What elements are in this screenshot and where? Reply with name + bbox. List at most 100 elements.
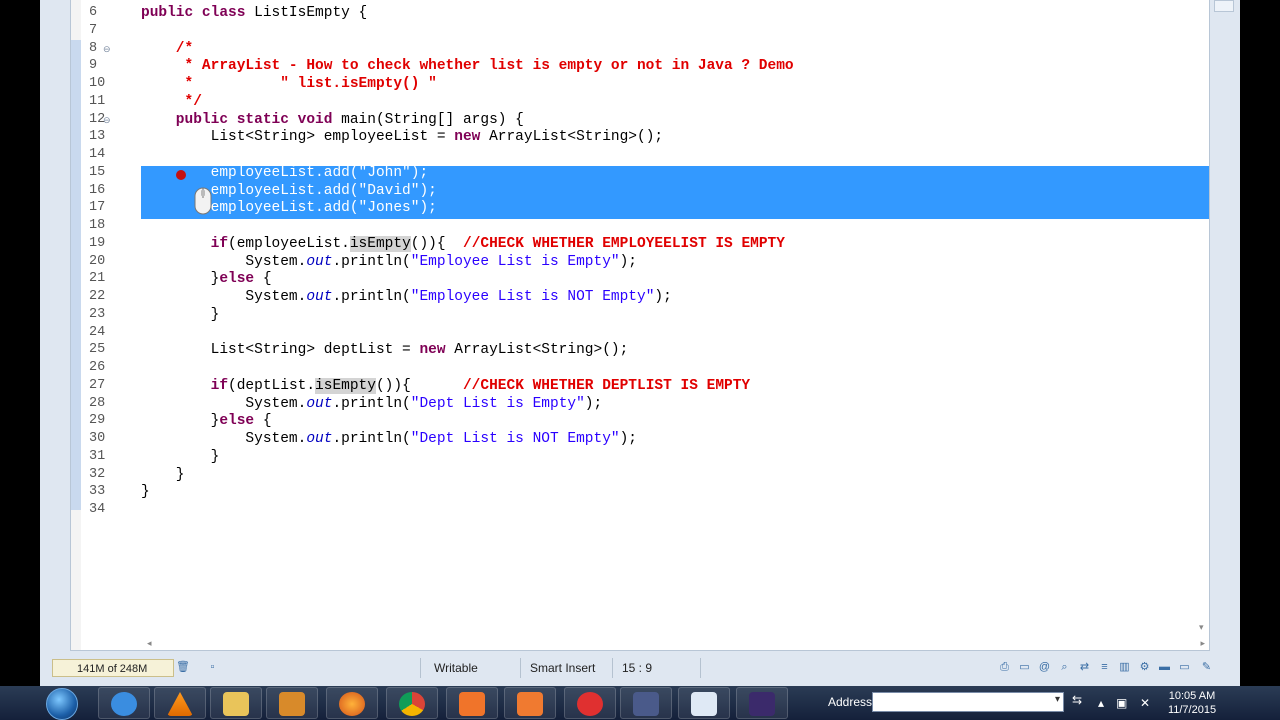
screen-recorder-icon[interactable] [446,687,498,719]
code-line[interactable]: public class ListIsEmpty { [141,4,1141,22]
code-token: if [210,377,229,394]
save-tool-icon[interactable] [620,687,672,719]
search-icon[interactable]: ⌕ [1058,661,1071,674]
line-number: 28 [89,395,106,411]
line-number: 9 [89,58,98,74]
code-token: "Employee List is Empty" [410,253,620,270]
show-hidden-icons[interactable]: ▴ [1098,696,1104,710]
code-line[interactable]: } [141,466,1141,484]
code-line[interactable]: employeeList.add("John"); [141,164,1141,182]
app-icon[interactable] [564,687,616,719]
code-line[interactable]: System.out.println("Employee List is Emp… [141,253,1141,271]
go-icon[interactable]: ⇆ [1072,693,1082,707]
code-line[interactable]: } [141,306,1141,324]
code-area[interactable]: public class ListIsEmpty { /* * ArrayLis… [141,0,1209,650]
code-line[interactable]: employeeList.add("David"); [141,182,1141,200]
minimize-icon[interactable]: ▬ [1158,661,1171,674]
status-divider [612,658,613,678]
code-line[interactable]: List<String> deptList = new ArrayList<St… [141,341,1141,359]
insert-mode-status: Smart Insert [530,661,596,675]
print-icon[interactable]: ⎙ [998,661,1011,674]
line-number: 25 [89,342,106,358]
code-line[interactable]: employeeList.add("Jones"); [141,199,1141,217]
line-number-gutter[interactable]: 6 7 8 ⊖ 9 10 11 12 ⊖ 13 14 15 16 17 18 19 20 21 22 23 24 25 26… [81,0,139,650]
code-line[interactable]: System.out.println("Dept List is Empty")… [141,395,1141,413]
code-token: ); [619,431,638,447]
code-line[interactable]: } [141,448,1141,466]
code-line[interactable] [141,217,1141,235]
writable-status: Writable [434,661,478,675]
code-line[interactable]: * ArrayList - How to check whether list … [141,57,1141,75]
code-line[interactable]: if(deptList.isEmpty()){ //CHECK WHETHER … [141,377,1141,395]
camera-icon[interactable] [504,687,556,719]
code-token: ); [584,395,603,412]
code-line[interactable]: public static void main(String[] args) { [141,111,1141,129]
dropdown-icon[interactable]: ▾ [1055,694,1060,705]
code-line[interactable]: System.out.println("Dept List is NOT Emp… [141,430,1141,448]
line-number: 14 [89,147,106,162]
restore-icon[interactable]: ▭ [1178,661,1191,674]
chrome-icon[interactable] [386,687,438,719]
code-line[interactable] [141,22,1141,40]
code-line[interactable] [141,501,1141,519]
outline-icon[interactable]: ≡ [1098,661,1111,674]
paint-icon[interactable] [678,687,730,719]
line-number: 30 [89,431,106,446]
ruler-range-indicator [71,40,81,510]
fold-toggle-icon[interactable]: ⊖ [103,111,111,129]
code-token: isEmpty [315,377,376,394]
code-line[interactable]: if(employeeList.isEmpty()){ //CHECK WHET… [141,235,1141,253]
status-divider [420,658,421,678]
line-number: 26 [89,360,106,375]
clock-date: 11/7/2015 [1167,704,1217,716]
code-line[interactable]: /* [141,40,1141,58]
java-editor[interactable]: 6 7 8 ⊖ 9 10 11 12 ⊖ 13 14 15 16 17 18 19 20 21 22 23 24 25 26… [70,0,1210,651]
file-explorer-icon[interactable] [210,687,262,719]
heap-status[interactable]: 141M of 248M [52,659,174,677]
code-token: ); [619,253,638,270]
code-line[interactable] [141,324,1141,342]
code-line[interactable]: List<String> employeeList = new ArrayLis… [141,128,1141,146]
console-icon[interactable]: ▭ [1018,661,1031,674]
line-number: 13 [89,129,106,145]
windows-taskbar: Address ▾ ⇆ ▴ ▣ ✕ 10:05 AM 11/7/2015 [0,686,1280,720]
gear-icon[interactable]: ⚙ [1138,661,1151,674]
start-button[interactable] [46,688,78,720]
line-number: 12 [89,111,106,127]
eclipse-icon[interactable] [736,687,788,719]
scroll-down-icon[interactable]: ▾ [1199,622,1204,633]
horizontal-scrollbar[interactable]: ◂ ▸ [141,638,1209,648]
scroll-right-icon[interactable]: ▸ [1200,638,1205,649]
line-number: 19 [89,235,106,251]
code-line[interactable]: System.out.println("Employee List is NOT… [141,288,1141,306]
volume-muted-icon[interactable]: ✕ [1140,696,1150,710]
library-icon[interactable]: ▥ [1118,661,1131,674]
media-player-icon[interactable] [266,687,318,719]
network-icon[interactable]: ▣ [1116,696,1127,710]
vlc-icon[interactable] [154,687,206,719]
internet-explorer-icon[interactable] [98,687,150,719]
firefox-icon[interactable] [326,687,378,719]
line-number: 33 [89,484,106,500]
code-line[interactable]: * " list.isEmpty() " [141,75,1141,93]
line-number: 10 [89,76,106,91]
sync-icon[interactable]: ⇄ [1078,661,1091,674]
quick-assist-icon[interactable]: ▫ [206,661,219,674]
code-token: (deptList. [228,377,316,394]
code-line[interactable] [141,146,1141,164]
system-clock[interactable]: 10:05 AM 11/7/2015 [1162,689,1222,717]
address-input[interactable]: ▾ [872,692,1064,712]
code-line[interactable]: */ [141,93,1141,111]
fold-toggle-icon[interactable]: ⊖ [103,40,111,58]
code-line[interactable]: } [141,483,1141,501]
code-line[interactable] [141,359,1141,377]
javadoc-icon[interactable]: @ [1038,661,1051,674]
code-line[interactable]: }else { [141,270,1141,288]
edit-icon[interactable]: ✎ [1200,661,1213,674]
trash-icon[interactable]: 🗑 [176,661,190,674]
code-line[interactable]: }else { [141,412,1141,430]
scroll-left-icon[interactable]: ◂ [147,638,152,649]
code-token: //CHECK WHETHER EMPLOYEELIST IS EMPTY [463,235,785,252]
maximize-icon[interactable] [1214,0,1234,12]
code-token: "Dept List is NOT Empty" [410,431,620,447]
